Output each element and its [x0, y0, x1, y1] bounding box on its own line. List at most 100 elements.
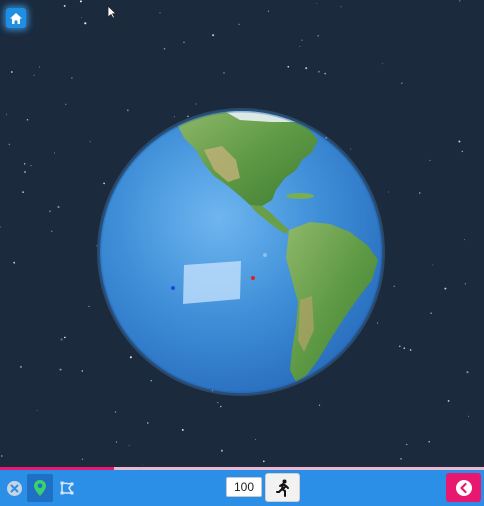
- star: [159, 12, 161, 14]
- star: [403, 347, 406, 350]
- caribbean-islands: [286, 193, 314, 199]
- globe-viewport[interactable]: [0, 0, 484, 468]
- back-button[interactable]: [446, 473, 481, 502]
- star: [262, 460, 265, 463]
- star: [103, 182, 105, 185]
- star: [59, 368, 62, 371]
- star: [81, 16, 83, 18]
- star: [267, 10, 270, 12]
- star: [220, 449, 223, 452]
- star: [319, 404, 321, 406]
- arrow-cursor-icon: [107, 5, 117, 19]
- globe-canvas[interactable]: [0, 0, 484, 468]
- star: [466, 371, 469, 374]
- star: [114, 411, 117, 413]
- star: [0, 226, 1, 228]
- star: [126, 109, 129, 112]
- star: [54, 152, 55, 154]
- star: [173, 116, 175, 118]
- red-point-marker[interactable]: [251, 276, 255, 280]
- star: [287, 65, 290, 68]
- star: [8, 143, 11, 146]
- star: [24, 171, 26, 173]
- star: [464, 283, 467, 285]
- star: [81, 458, 84, 461]
- star: [444, 287, 447, 290]
- star: [163, 47, 166, 50]
- star: [63, 4, 66, 7]
- close-circle-icon: [6, 480, 22, 496]
- star: [65, 103, 67, 106]
- selection-polygon[interactable]: [183, 261, 241, 304]
- clear-button[interactable]: [3, 474, 25, 502]
- star: [195, 103, 197, 105]
- star: [39, 66, 40, 68]
- star: [393, 285, 395, 288]
- star: [26, 118, 29, 121]
- star: [79, 0, 82, 3]
- star: [458, 140, 461, 143]
- star: [129, 356, 132, 359]
- star: [36, 410, 38, 412]
- star: [57, 205, 60, 209]
- map-marker-icon: [34, 480, 46, 496]
- blue-point-marker[interactable]: [171, 286, 175, 290]
- star: [429, 159, 431, 162]
- star: [0, 455, 3, 457]
- running-person-icon: [275, 479, 289, 497]
- star: [428, 441, 430, 443]
- galapagos: [263, 253, 267, 257]
- star: [430, 312, 432, 314]
- star: [10, 71, 13, 73]
- star: [400, 457, 403, 460]
- add-marker-button[interactable]: [27, 474, 53, 502]
- star: [187, 115, 189, 117]
- polygon-tool-icon: [60, 481, 74, 495]
- chevron-left-icon: [455, 479, 472, 496]
- star: [299, 45, 301, 47]
- star: [419, 192, 421, 194]
- star: [88, 305, 90, 307]
- star: [223, 72, 225, 74]
- star: [399, 345, 401, 348]
- star: [459, 0, 461, 2]
- star: [24, 163, 26, 165]
- star: [406, 443, 408, 446]
- star: [13, 261, 16, 264]
- star: [84, 22, 87, 25]
- star: [142, 464, 143, 466]
- home-icon: [10, 12, 22, 24]
- star: [350, 148, 352, 150]
- star: [33, 74, 35, 76]
- star: [115, 441, 117, 443]
- star: [219, 405, 222, 408]
- star: [217, 401, 219, 404]
- star: [89, 141, 91, 143]
- star: [212, 34, 215, 37]
- star: [305, 67, 308, 70]
- home-button[interactable]: [6, 8, 26, 28]
- star: [22, 191, 24, 193]
- star: [146, 422, 149, 424]
- star: [60, 338, 63, 341]
- star: [377, 322, 379, 324]
- star: [447, 399, 450, 402]
- star: [81, 370, 84, 372]
- star: [150, 379, 152, 382]
- star: [6, 113, 7, 115]
- star: [388, 191, 389, 193]
- draw-polygon-button[interactable]: [55, 474, 79, 502]
- star: [51, 230, 53, 232]
- star: [71, 77, 73, 79]
- star: [461, 150, 464, 153]
- star: [316, 3, 318, 5]
- star: [340, 6, 342, 8]
- star: [317, 34, 319, 37]
- star: [255, 439, 257, 440]
- star: [382, 63, 384, 65]
- star: [30, 165, 32, 167]
- star: [301, 39, 303, 41]
- star: [64, 336, 66, 339]
- speed-input[interactable]: [226, 477, 262, 497]
- run-button[interactable]: [265, 473, 300, 502]
